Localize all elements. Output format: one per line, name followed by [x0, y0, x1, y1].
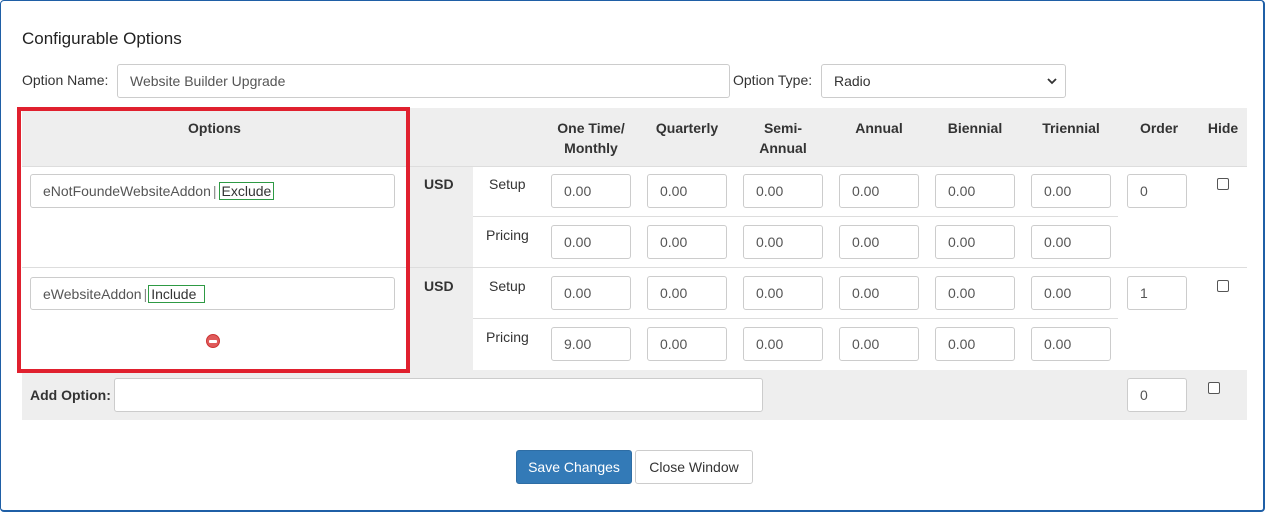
pricing-quarterly-input[interactable]: 0.00 — [647, 225, 727, 259]
col-header-order: Order — [1139, 120, 1179, 136]
option-type-value: Radio — [834, 73, 871, 89]
input-value: 0.00 — [756, 336, 784, 352]
input-value: 0.00 — [660, 285, 688, 301]
option-name-value: Website Builder Upgrade — [130, 73, 286, 89]
setup-one-time-input[interactable]: 0.00 — [551, 276, 631, 310]
hide-checkbox[interactable] — [1217, 280, 1229, 292]
input-value: 0.00 — [852, 285, 880, 301]
input-value: 0.00 — [564, 183, 592, 199]
setup-label: Setup — [489, 278, 526, 294]
chevron-down-icon — [1047, 78, 1057, 85]
input-value: 0.00 — [948, 336, 976, 352]
add-option-order-input[interactable]: 0 — [1127, 378, 1187, 412]
setup-biennial-input[interactable]: 0.00 — [935, 276, 1015, 310]
add-option-hide-checkbox[interactable] — [1208, 382, 1220, 394]
col-header-semi-annual: Semi- Annual — [743, 118, 823, 158]
setup-semi-annual-input[interactable]: 0.00 — [743, 276, 823, 310]
option-name-input[interactable]: Website Builder Upgrade — [117, 64, 730, 98]
pricing-triennial-input[interactable]: 0.00 — [1031, 327, 1111, 361]
pricing-one-time-input[interactable]: 9.00 — [551, 327, 631, 361]
input-value: 0.00 — [756, 234, 784, 250]
pricing-biennial-input[interactable]: 0.00 — [935, 225, 1015, 259]
pricing-quarterly-input[interactable]: 0.00 — [647, 327, 727, 361]
setup-semi-annual-input[interactable]: 0.00 — [743, 174, 823, 208]
input-value: 9.00 — [564, 336, 592, 352]
pricing-label: Pricing — [486, 329, 529, 345]
col-header-one-time-l1: One Time/ — [557, 120, 625, 136]
input-value: 0 — [1140, 387, 1148, 403]
input-value: 0.00 — [1044, 285, 1072, 301]
col-header-quarterly: Quarterly — [655, 120, 719, 136]
input-value: 0.00 — [948, 183, 976, 199]
input-value: 0.00 — [660, 336, 688, 352]
setup-triennial-input[interactable]: 0.00 — [1031, 174, 1111, 208]
col-header-annual: Annual — [855, 120, 903, 136]
input-value: 0.00 — [948, 285, 976, 301]
input-value: 0.00 — [852, 234, 880, 250]
input-value: 0.00 — [1044, 183, 1072, 199]
order-input[interactable]: 1 — [1127, 276, 1187, 310]
option-type-select[interactable]: Radio — [821, 64, 1066, 98]
currency-label: USD — [424, 278, 454, 294]
setup-biennial-input[interactable]: 0.00 — [935, 174, 1015, 208]
col-header-biennial: Biennial — [947, 120, 1003, 136]
input-value: 0 — [1140, 183, 1148, 199]
hide-checkbox[interactable] — [1217, 178, 1229, 190]
subrow-divider — [473, 318, 1118, 319]
close-window-button[interactable]: Close Window — [635, 450, 753, 484]
setup-annual-input[interactable]: 0.00 — [839, 276, 919, 310]
currency-label: USD — [424, 176, 454, 192]
input-value: 1 — [1140, 285, 1148, 301]
setup-quarterly-input[interactable]: 0.00 — [647, 276, 727, 310]
option-name-label: Option Name: — [22, 72, 109, 88]
add-option-label: Add Option: — [30, 387, 111, 403]
setup-one-time-input[interactable]: 0.00 — [551, 174, 631, 208]
input-value: 0.00 — [660, 183, 688, 199]
input-value: 0.00 — [1044, 336, 1072, 352]
input-value: 0.00 — [564, 234, 592, 250]
pricing-biennial-input[interactable]: 0.00 — [935, 327, 1015, 361]
col-header-hide: Hide — [1207, 120, 1239, 136]
col-header-semi-l1: Semi- — [763, 120, 803, 136]
currency-column-bg — [407, 166, 473, 370]
page-title: Configurable Options — [22, 29, 182, 48]
col-header-semi-l2: Annual — [759, 140, 807, 156]
input-value: 0.00 — [948, 234, 976, 250]
input-value: 0.00 — [756, 285, 784, 301]
pricing-semi-annual-input[interactable]: 0.00 — [743, 225, 823, 259]
col-header-one-time: One Time/ Monthly — [551, 118, 631, 158]
setup-annual-input[interactable]: 0.00 — [839, 174, 919, 208]
input-value: 0.00 — [852, 183, 880, 199]
input-value: 0.00 — [1044, 234, 1072, 250]
pricing-label: Pricing — [486, 227, 529, 243]
option-type-label: Option Type: — [733, 72, 813, 88]
pricing-semi-annual-input[interactable]: 0.00 — [743, 327, 823, 361]
input-value: 0.00 — [852, 336, 880, 352]
pricing-annual-input[interactable]: 0.00 — [839, 225, 919, 259]
setup-quarterly-input[interactable]: 0.00 — [647, 174, 727, 208]
setup-triennial-input[interactable]: 0.00 — [1031, 276, 1111, 310]
save-changes-button[interactable]: Save Changes — [516, 450, 632, 484]
pricing-triennial-input[interactable]: 0.00 — [1031, 225, 1111, 259]
input-value: 0.00 — [660, 234, 688, 250]
subrow-divider — [473, 216, 1118, 217]
input-value: 0.00 — [756, 183, 784, 199]
input-value: 0.00 — [564, 285, 592, 301]
add-option-input[interactable] — [114, 378, 763, 412]
setup-label: Setup — [489, 176, 526, 192]
col-header-triennial: Triennial — [1042, 120, 1100, 136]
pricing-annual-input[interactable]: 0.00 — [839, 327, 919, 361]
order-input[interactable]: 0 — [1127, 174, 1187, 208]
col-header-one-time-l2: Monthly — [564, 140, 618, 156]
options-highlight-box — [17, 107, 410, 373]
pricing-one-time-input[interactable]: 0.00 — [551, 225, 631, 259]
